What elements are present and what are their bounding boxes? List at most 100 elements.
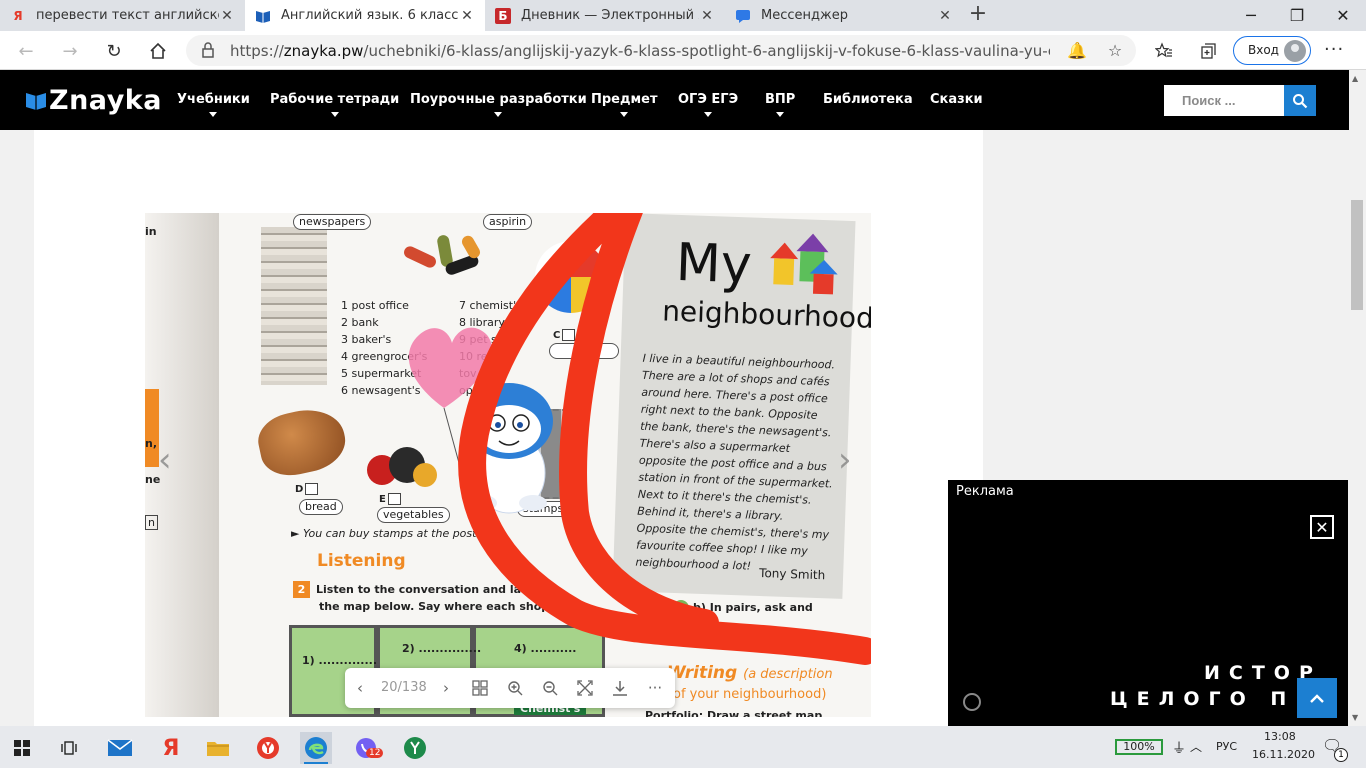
lock-icon	[202, 42, 214, 58]
yandex-app-icon[interactable]: Я	[155, 732, 187, 764]
fullscreen-button[interactable]	[574, 677, 596, 699]
menu-subject[interactable]: Предмет	[591, 92, 657, 117]
notification-bell-icon[interactable]: 🔔	[1066, 40, 1088, 62]
clock-time[interactable]: 13:08	[1264, 730, 1296, 743]
viber-badge: 12	[366, 748, 384, 758]
video-ad[interactable]: Реклама ✕ ИСТОР ЦЕЛОГО П	[948, 480, 1348, 726]
dnevnik-favicon-icon: Б	[495, 7, 511, 24]
site-logo[interactable]: Znayka	[25, 84, 162, 116]
chevron-down-icon	[776, 112, 785, 117]
thumbnails-button[interactable]	[469, 677, 491, 699]
menu-uchebniki[interactable]: Учебники	[177, 92, 250, 117]
zoom-out-icon	[543, 681, 558, 696]
close-tab-icon[interactable]: ✕	[699, 8, 715, 24]
page-scrollbar[interactable]	[1349, 70, 1366, 726]
yandex-favicon-icon: Я	[13, 8, 23, 23]
chevron-up-icon	[1310, 694, 1324, 703]
edge-icon	[305, 737, 327, 759]
edge-browser-app[interactable]	[300, 732, 332, 764]
windows-logo-icon	[14, 740, 30, 756]
task-view-icon	[61, 741, 77, 755]
zoom-in-button[interactable]	[504, 677, 526, 699]
favorites-list-icon	[1155, 42, 1172, 58]
green-app[interactable]	[399, 732, 431, 764]
home-button[interactable]	[144, 37, 172, 65]
start-button[interactable]	[6, 732, 38, 764]
favorites-button[interactable]	[1150, 37, 1178, 65]
tab-znayka[interactable]: Английский язык. 6 класс. Spotl ✕	[245, 0, 485, 31]
yandex-browser-icon	[257, 737, 279, 759]
close-tab-icon[interactable]: ✕	[937, 8, 953, 24]
chevron-down-icon	[704, 112, 713, 117]
notification-count-badge: 1	[1334, 748, 1348, 762]
pdf-viewer-toolbar: ‹ 20/138 › ···	[345, 668, 675, 708]
battery-indicator[interactable]: 100%	[1115, 739, 1163, 755]
close-tab-icon[interactable]: ✕	[219, 8, 235, 24]
forward-button[interactable]: →	[56, 37, 84, 65]
tab-title: Мессенджер	[761, 8, 848, 23]
browser-toolbar: ← → ↻ https://znayka.pw/uchebniki/6-klas…	[0, 31, 1366, 70]
download-button[interactable]	[609, 677, 631, 699]
tab-messenger[interactable]: Мессенджер ✕	[725, 0, 963, 31]
power-plug-icon[interactable]: ⏚	[1172, 738, 1186, 758]
more-options-button[interactable]: ···	[644, 677, 666, 699]
close-tab-icon[interactable]: ✕	[459, 8, 475, 24]
messenger-favicon-icon	[735, 8, 751, 24]
menu-oge-ege[interactable]: ОГЭ ЕГЭ	[678, 92, 738, 117]
back-button[interactable]: ←	[12, 37, 40, 65]
book-logo-icon	[26, 93, 46, 110]
close-window-button[interactable]: ✕	[1320, 0, 1366, 31]
tray-chevron-up-icon[interactable]: ︿	[1190, 738, 1202, 755]
settings-more-icon[interactable]: ···	[1324, 39, 1344, 60]
next-slide-arrow[interactable]: ›	[838, 440, 852, 480]
scroll-down-arrow-icon[interactable]: ▼	[1352, 713, 1358, 722]
menu-lesson-plans[interactable]: Поурочные разработки	[410, 92, 587, 117]
menu-tales[interactable]: Сказки	[930, 92, 983, 107]
menu-workbooks[interactable]: Рабочие тетради	[270, 92, 399, 117]
menu-vpr[interactable]: ВПР	[765, 92, 795, 117]
scroll-to-top-button[interactable]	[1297, 678, 1337, 718]
textbook-page-image: in n, ne n newspapers aspirin 1 post off…	[145, 213, 871, 717]
restore-button[interactable]: ❐	[1274, 0, 1320, 31]
folder-icon	[207, 742, 229, 756]
collections-icon	[1201, 43, 1216, 59]
file-explorer-app[interactable]	[202, 732, 234, 764]
menu-library[interactable]: Библиотека	[823, 92, 913, 107]
expand-icon	[577, 680, 593, 696]
tab-dnevnik[interactable]: Б Дневник — Электронный журн ✕	[485, 0, 725, 31]
browser-tab-strip: Я перевести текст английского на ✕ Англи…	[0, 0, 1366, 31]
favorite-star-icon[interactable]: ☆	[1104, 40, 1126, 62]
windows-taskbar: Я 12 100% ⏚ ︿ РУС 13:08 16.11.2020 🗨 1	[0, 726, 1366, 768]
task-view-button[interactable]	[53, 732, 85, 764]
download-icon	[613, 681, 627, 696]
zoom-out-button[interactable]	[539, 677, 561, 699]
viber-app[interactable]: 12	[350, 732, 384, 764]
ad-circle-icon[interactable]	[963, 693, 981, 711]
new-tab-button[interactable]: +	[966, 3, 990, 27]
chevron-down-icon	[494, 112, 503, 117]
chevron-down-icon	[209, 112, 218, 117]
scroll-up-arrow-icon[interactable]: ▲	[1352, 74, 1358, 83]
site-search-button[interactable]	[1284, 85, 1316, 116]
close-ad-button[interactable]: ✕	[1310, 515, 1334, 539]
yandex-browser-app[interactable]	[252, 732, 284, 764]
address-bar[interactable]: https://znayka.pw/uchebniki/6-klass/angl…	[186, 35, 1136, 66]
profile-login-button[interactable]: Вход	[1233, 36, 1311, 65]
url-text[interactable]: https://znayka.pw/uchebniki/6-klass/angl…	[230, 42, 1050, 60]
mail-app[interactable]	[104, 732, 136, 764]
tab-yandex-translate[interactable]: Я перевести текст английского на ✕	[0, 0, 245, 31]
next-page-button[interactable]: ›	[435, 677, 457, 699]
site-search-input[interactable]	[1164, 85, 1284, 116]
prev-slide-arrow[interactable]: ‹	[158, 440, 172, 480]
language-indicator[interactable]: РУС	[1216, 740, 1237, 753]
minimize-button[interactable]: ─	[1228, 0, 1274, 31]
znayka-favicon-icon	[255, 8, 271, 24]
page-counter[interactable]: 20/138	[381, 680, 427, 695]
scrollbar-thumb[interactable]	[1351, 200, 1363, 310]
green-circle-app-icon	[404, 737, 426, 759]
reload-button[interactable]: ↻	[100, 37, 128, 65]
prev-page-button[interactable]: ‹	[349, 677, 371, 699]
clock-date[interactable]: 16.11.2020	[1252, 748, 1315, 761]
collections-button[interactable]	[1194, 37, 1222, 65]
tab-title: перевести текст английского на	[36, 8, 219, 23]
